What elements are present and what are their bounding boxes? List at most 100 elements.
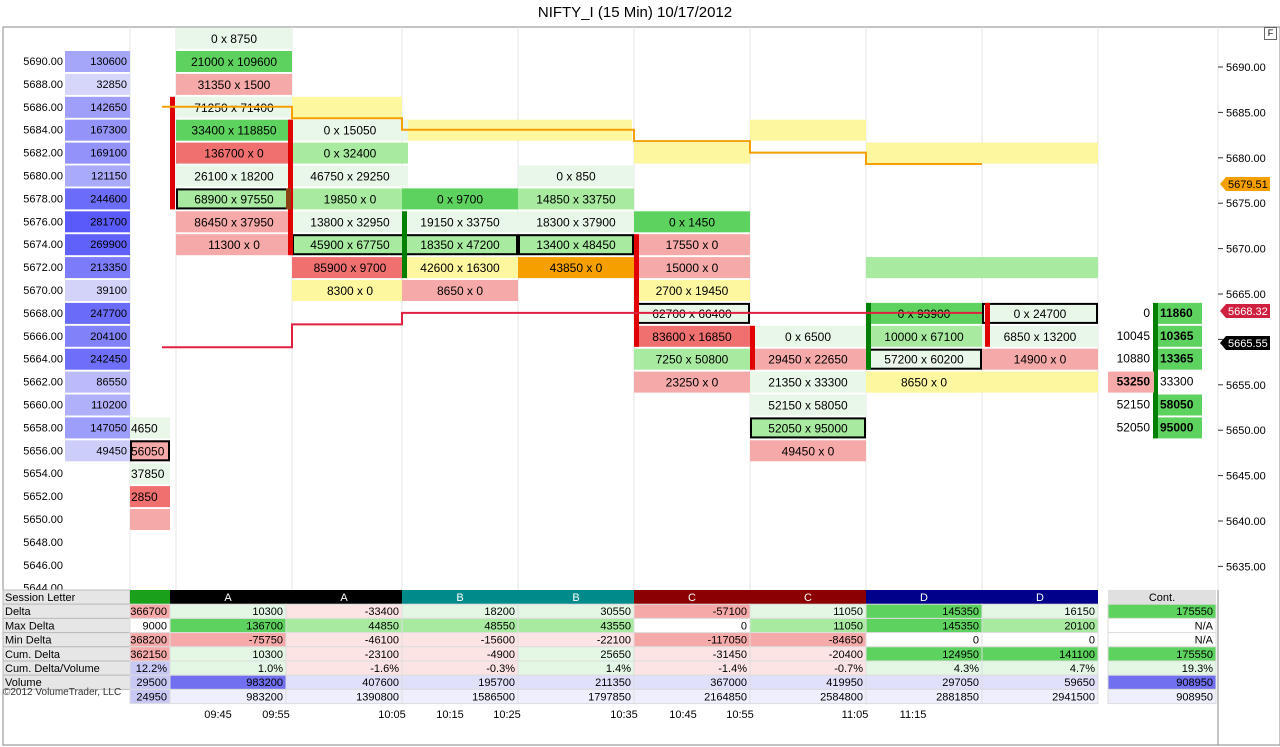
price-level-label: 5664.00 bbox=[23, 354, 63, 366]
right-axis-label: 5635.00 bbox=[1226, 561, 1266, 573]
summary-cell-text: 145350 bbox=[942, 620, 979, 632]
price-level-label: 5680.00 bbox=[23, 171, 63, 183]
summary-cell-text: 24950 bbox=[136, 691, 167, 703]
last-bar-right-value: 33300 bbox=[1160, 375, 1194, 389]
summary-cell-text: 9000 bbox=[143, 620, 167, 632]
flag-button[interactable]: F bbox=[1264, 27, 1277, 40]
right-axis-label: 5650.00 bbox=[1226, 425, 1266, 437]
last-bar-left-value: 52050 bbox=[1117, 420, 1151, 434]
right-axis-label: 5680.00 bbox=[1226, 153, 1266, 165]
x-axis-label: 11:15 bbox=[900, 709, 927, 721]
summary-cell-text: 30550 bbox=[600, 606, 631, 618]
summary-cell-text: 136700 bbox=[246, 620, 283, 632]
x-axis-label: 10:05 bbox=[378, 709, 406, 721]
summary-cell-text: 2164850 bbox=[704, 691, 747, 703]
candle-marker bbox=[288, 119, 293, 256]
summary-cell-text: 2941500 bbox=[1052, 691, 1095, 703]
summary-cell-text: 141100 bbox=[1059, 649, 1095, 661]
summary-cell-text: -46100 bbox=[365, 635, 399, 647]
summary-cell bbox=[981, 632, 1099, 648]
candle-marker bbox=[286, 188, 291, 210]
footprint-cell-text: 86450 x 37950 bbox=[194, 215, 274, 229]
summary-header-text: B bbox=[456, 592, 463, 604]
right-axis-label: 5655.00 bbox=[1226, 380, 1266, 392]
volume-profile-value: 130600 bbox=[90, 56, 127, 68]
footprint-cell-text: 52050 x 95000 bbox=[768, 421, 848, 435]
volume-profile-value: 269900 bbox=[90, 239, 127, 251]
footprint-cell-text: 49450 x 0 bbox=[782, 444, 835, 458]
summary-cell-text: N/A bbox=[1195, 635, 1214, 647]
footprint-cell-text: 11300 x 0 bbox=[208, 238, 260, 252]
x-axis-label: 10:15 bbox=[436, 709, 464, 721]
right-axis-label: 5640.00 bbox=[1226, 516, 1266, 528]
summary-cell-text: 1797850 bbox=[588, 691, 631, 703]
footprint-cell-text: 18300 x 37900 bbox=[536, 215, 616, 229]
price-level-label: 5670.00 bbox=[23, 285, 63, 297]
volume-profile-value: 86550 bbox=[96, 377, 127, 389]
summary-cell-text: 25650 bbox=[600, 649, 631, 661]
summary-cell-text: -22100 bbox=[597, 635, 631, 647]
summary-cell-text: -0.3% bbox=[486, 663, 515, 675]
summary-header-text: Cont. bbox=[1149, 592, 1175, 604]
volume-profile-value: 213350 bbox=[90, 262, 127, 274]
price-level-label: 5682.00 bbox=[23, 148, 63, 160]
summary-row-label: Cum. Delta bbox=[5, 649, 61, 661]
highlight-band bbox=[634, 142, 750, 164]
footprint-cell-text: 21350 x 33300 bbox=[768, 376, 848, 390]
volume-profile-value: 49450 bbox=[96, 445, 127, 457]
right-axis-label: 5675.00 bbox=[1226, 198, 1266, 210]
price-badge-label: 5668.32 bbox=[1228, 306, 1268, 318]
price-level-label: 5674.00 bbox=[23, 239, 63, 251]
price-level-label: 5690.00 bbox=[23, 56, 63, 68]
footprint-cell-text: 7250 x 50800 bbox=[656, 353, 729, 367]
last-bar-right-value: 13365 bbox=[1160, 352, 1194, 366]
footprint-cell-text: 8650 x 0 bbox=[437, 284, 483, 298]
last-bar-right-value: 11860 bbox=[1160, 306, 1193, 320]
last-bar-left-value: 53250 bbox=[1117, 375, 1151, 389]
x-axis-label: 10:55 bbox=[726, 709, 754, 721]
volume-profile-value: 247700 bbox=[90, 308, 127, 320]
summary-row-label: Session Letter bbox=[5, 592, 76, 604]
last-bar-left-value: 52150 bbox=[1117, 398, 1151, 412]
price-level-label: 5652.00 bbox=[23, 491, 63, 503]
summary-cell-text: 4.7% bbox=[1070, 663, 1095, 675]
summary-cell-text: 908950 bbox=[1176, 677, 1213, 689]
right-axis-label: 5670.00 bbox=[1226, 244, 1266, 256]
summary-cell-text: 145350 bbox=[942, 606, 979, 618]
summary-cell-text: -57100 bbox=[713, 606, 747, 618]
footprint-cell-text: 14900 x 0 bbox=[1014, 353, 1067, 367]
summary-cell-text: 59650 bbox=[1064, 677, 1095, 689]
footprint-cell-text: 85900 x 9700 bbox=[314, 261, 387, 275]
footprint-cell-text: 29450 x 22650 bbox=[768, 353, 848, 367]
x-axis-label: 10:25 bbox=[493, 709, 521, 721]
last-bar-right-value: 10365 bbox=[1160, 329, 1194, 343]
footprint-cell-text: 19150 x 33750 bbox=[420, 215, 500, 229]
last-bar-left-value: 10045 bbox=[1117, 329, 1151, 343]
summary-cell-text: 4.3% bbox=[954, 663, 979, 675]
footprint-cell-text: 21000 x 109600 bbox=[191, 55, 277, 69]
summary-cell-text: 2584800 bbox=[820, 691, 863, 703]
footprint-cell-text: 46750 x 29250 bbox=[310, 170, 390, 184]
x-axis-label: 09:45 bbox=[204, 709, 232, 721]
volume-profile-value: 147050 bbox=[90, 422, 127, 434]
summary-cell-text: 10300 bbox=[252, 649, 283, 661]
highlight-band bbox=[750, 119, 866, 141]
summary-cell-text: 11050 bbox=[833, 606, 863, 618]
summary-header-text: D bbox=[1036, 592, 1044, 604]
right-axis-label: 5665.00 bbox=[1226, 289, 1266, 301]
price-level-label: 5676.00 bbox=[23, 216, 63, 228]
footprint-cell-text: 37850 bbox=[131, 467, 165, 481]
footprint-cell-text: 26100 x 18200 bbox=[194, 170, 274, 184]
summary-cell-text: 48550 bbox=[484, 620, 515, 632]
summary-cell bbox=[633, 617, 751, 634]
price-level-label: 5660.00 bbox=[23, 400, 63, 412]
price-level-label: 5658.00 bbox=[23, 422, 63, 434]
volume-profile-value: 169100 bbox=[90, 148, 127, 160]
right-axis-label: 5685.00 bbox=[1226, 107, 1266, 119]
summary-cell-text: 175550 bbox=[1176, 649, 1213, 661]
summary-cell-text: 0 bbox=[973, 635, 979, 647]
summary-cell-text: 195700 bbox=[478, 677, 515, 689]
footprint-cell-text: 33400 x 118850 bbox=[191, 124, 277, 138]
footprint-cell bbox=[130, 509, 170, 530]
footprint-cell-text: 83600 x 16850 bbox=[652, 330, 732, 344]
